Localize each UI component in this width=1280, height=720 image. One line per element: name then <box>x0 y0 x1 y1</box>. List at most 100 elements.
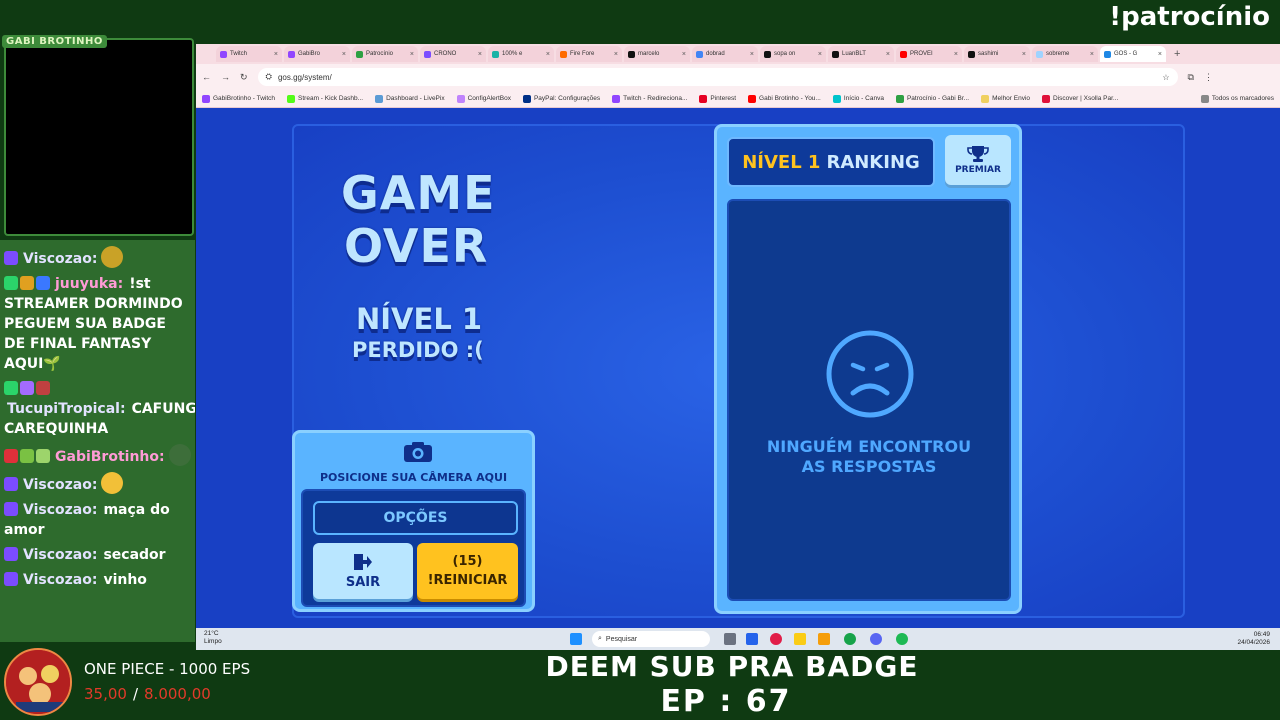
bookmark-item[interactable]: Pinterest <box>699 94 736 103</box>
site-info-icon[interactable]: ⛭ <box>266 72 272 82</box>
all-bookmarks-button[interactable]: Todos os marcadores <box>1200 94 1274 103</box>
close-tab-icon[interactable]: × <box>1022 51 1026 58</box>
bookmark-item[interactable]: PayPal: Configurações <box>522 94 600 103</box>
close-tab-icon[interactable]: × <box>1158 51 1162 58</box>
close-tab-icon[interactable]: × <box>954 51 958 58</box>
chrome-icon[interactable] <box>844 633 856 645</box>
browser-tab[interactable]: Patrocínio × <box>352 46 418 62</box>
browser-tab[interactable]: LuanBLT × <box>828 46 894 62</box>
bookmark-item[interactable]: Gabi Brotinho - You... <box>748 94 821 103</box>
bookmark-item[interactable]: GabiBrotinho - Twitch <box>202 94 275 103</box>
chat-badge-icon <box>4 251 18 265</box>
tab-favicon-icon <box>356 50 363 58</box>
bookmark-label: Patrocínio - Gabi Br... <box>906 95 970 102</box>
app-icon[interactable] <box>770 633 782 645</box>
award-button[interactable]: PREMIAR <box>945 135 1011 185</box>
close-tab-icon[interactable]: × <box>546 51 550 58</box>
tab-label: sashimi <box>978 51 999 57</box>
bookmark-item[interactable]: Twitch - Redireciona... <box>612 94 687 103</box>
chat-username[interactable]: Viscozao: <box>23 477 97 493</box>
address-bar[interactable]: ⛭ gos.gg/system/ ☆ <box>257 68 1178 86</box>
spotify-icon[interactable] <box>896 633 908 645</box>
discord-icon[interactable] <box>870 633 882 645</box>
browser-tab[interactable]: CRONO × <box>420 46 486 62</box>
game-over-title-line2: OVER <box>344 219 489 273</box>
chat-message: Viscozao: secador <box>4 545 191 565</box>
folder-icon <box>1200 94 1209 103</box>
chat-message: Viscozao: maça do amor <box>4 500 191 540</box>
bookmark-label: Dashboard - LivePix <box>386 95 445 102</box>
tab-label: marcelo <box>638 51 660 57</box>
new-tab-icon[interactable]: + <box>1174 48 1180 60</box>
chat-username[interactable]: Viscozao: <box>23 251 97 267</box>
tab-label: LuanBLT <box>842 51 866 57</box>
chat-badge-icon <box>4 502 18 516</box>
app-icon[interactable] <box>794 633 806 645</box>
bookmark-item[interactable]: Discover | Xsolla Par... <box>1042 94 1118 103</box>
browser-tab[interactable]: dobrad × <box>692 46 758 62</box>
options-button[interactable]: OPÇÕES <box>313 501 518 535</box>
close-tab-icon[interactable]: × <box>886 51 890 58</box>
tab-label: Twitch <box>230 51 248 57</box>
close-tab-icon[interactable]: × <box>682 51 686 58</box>
game-controls: OPÇÕES SAIR (15) !REINICIAR <box>301 489 526 607</box>
bookmark-item[interactable]: Patrocínio - Gabi Br... <box>895 94 970 103</box>
taskbar-clock[interactable]: 06:49 24/04/2026 <box>1237 631 1270 647</box>
task-view-icon[interactable] <box>724 633 736 645</box>
taskbar-search[interactable]: ⌕ Pesquisar <box>592 631 710 647</box>
browser-tab[interactable]: sashimi × <box>964 46 1030 62</box>
close-tab-icon[interactable]: × <box>478 51 482 58</box>
banner-line1: DEEM SUB PRA BADGE <box>545 650 919 683</box>
close-tab-icon[interactable]: × <box>1090 51 1094 58</box>
close-tab-icon[interactable]: × <box>342 51 346 58</box>
chat-username[interactable]: juuyuka: <box>55 276 123 292</box>
chat-username[interactable]: Viscozao: <box>23 547 97 563</box>
bookmark-label: Melhor Envio <box>992 95 1031 102</box>
start-icon[interactable] <box>570 633 582 645</box>
chat-username[interactable]: Viscozao: <box>23 572 97 588</box>
browser-tab[interactable]: sobreme × <box>1032 46 1098 62</box>
bookmarks-bar: GabiBrotinho - Twitch Stream - Kick Dashb… <box>196 90 1280 108</box>
close-tab-icon[interactable]: × <box>750 51 754 58</box>
weather-condition: Limpo <box>204 638 222 645</box>
close-tab-icon[interactable]: × <box>274 51 278 58</box>
chat-message: Viscozao: <box>4 246 191 269</box>
bookmark-label: Gabi Brotinho - You... <box>759 95 821 102</box>
close-tab-icon[interactable]: × <box>614 51 618 58</box>
reload-icon[interactable]: ↻ <box>240 72 248 83</box>
tab-favicon-icon <box>220 50 227 58</box>
bookmark-item[interactable]: Dashboard - LivePix <box>375 94 445 103</box>
bookmark-item[interactable]: ConfigAlertBox <box>456 94 511 103</box>
restart-button[interactable]: (15) !REINICIAR <box>417 543 518 599</box>
bookmark-item[interactable]: Melhor Envio <box>981 94 1031 103</box>
weather-widget[interactable]: 21°C Limpo <box>204 630 222 646</box>
forward-icon[interactable]: → <box>221 72 230 82</box>
bookmark-item[interactable]: Stream - Kick Dashb... <box>287 94 363 103</box>
file-explorer-icon[interactable] <box>818 633 830 645</box>
chat-message: Viscozao: <box>4 472 191 495</box>
chat-username[interactable]: Viscozao: <box>23 502 97 518</box>
chat-badge-icon <box>4 477 18 491</box>
close-tab-icon[interactable]: × <box>410 51 414 58</box>
extensions-icon[interactable]: ⧉ <box>1188 72 1194 83</box>
chat-username[interactable]: TucupiTropical: <box>7 401 126 417</box>
bookmark-star-icon[interactable]: ☆ <box>1162 73 1169 82</box>
close-tab-icon[interactable]: × <box>818 51 822 58</box>
tab-favicon-icon <box>696 50 703 58</box>
lost-text: PERDIDO :( <box>352 338 484 362</box>
exit-button[interactable]: SAIR <box>313 543 413 599</box>
bookmark-item[interactable]: Início - Canva <box>832 94 884 103</box>
browser-tab[interactable]: GabiBro × <box>284 46 350 62</box>
chat-username[interactable]: GabiBrotinho: <box>55 449 165 465</box>
browser-tab[interactable]: PROVEI × <box>896 46 962 62</box>
browser-tab[interactable]: marcelo × <box>624 46 690 62</box>
browser-tab[interactable]: sopa on × <box>760 46 826 62</box>
browser-tab[interactable]: Fire Fore × <box>556 46 622 62</box>
menu-icon[interactable]: ⋮ <box>1204 72 1213 83</box>
browser-tab[interactable]: Twitch × <box>216 46 282 62</box>
back-icon[interactable]: ← <box>202 72 211 82</box>
app-icon[interactable] <box>746 633 758 645</box>
chat-emote-icon <box>168 444 191 466</box>
browser-tab[interactable]: 100% e × <box>488 46 554 62</box>
browser-tab[interactable]: GOS - G × <box>1100 46 1166 62</box>
